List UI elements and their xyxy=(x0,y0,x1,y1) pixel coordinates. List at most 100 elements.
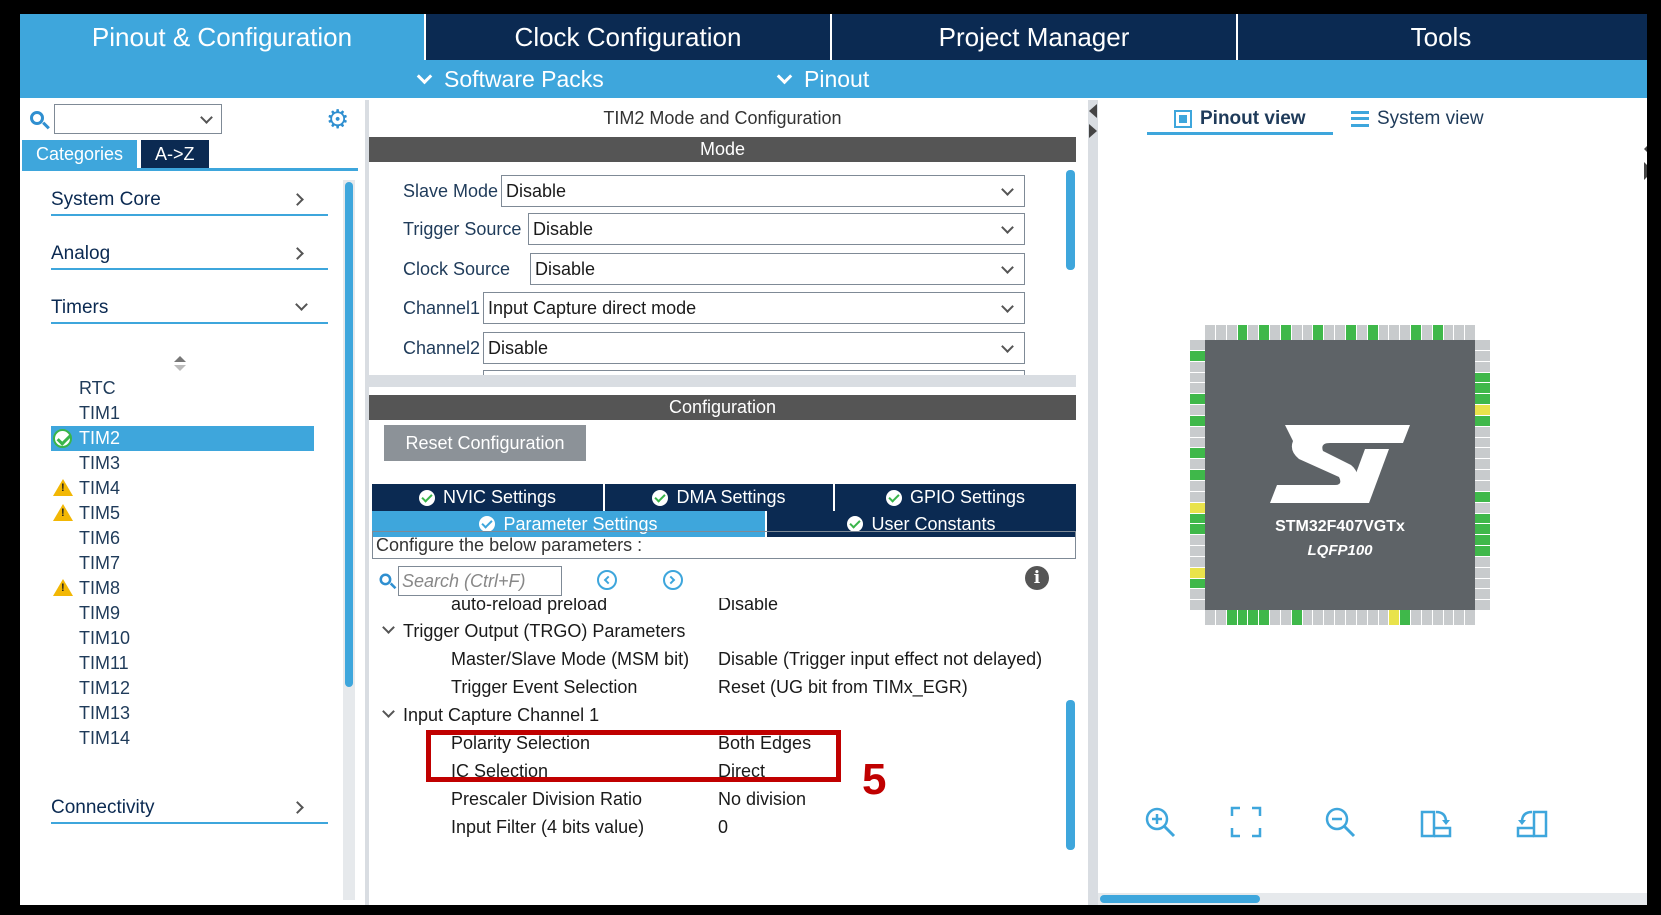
chip-pin[interactable] xyxy=(1356,325,1367,340)
software-packs-menu[interactable]: Software Packs xyxy=(415,60,604,98)
chip-pin[interactable] xyxy=(1475,589,1490,600)
tab-project-manager[interactable]: Project Manager xyxy=(832,14,1238,60)
timer-item-tim7[interactable]: TIM7 xyxy=(51,551,314,576)
chip-pin[interactable] xyxy=(1291,610,1302,625)
chip-pin[interactable] xyxy=(1215,610,1226,625)
clock-source-select[interactable]: Disable xyxy=(530,253,1025,285)
previous-result-icon[interactable] xyxy=(597,570,617,590)
slave-mode-select[interactable]: Disable xyxy=(501,175,1025,207)
chip-pin[interactable] xyxy=(1389,610,1400,625)
category-search-combo[interactable] xyxy=(54,104,222,134)
chip-pin[interactable] xyxy=(1190,394,1205,405)
chip-pin[interactable] xyxy=(1475,383,1490,394)
chip-pin[interactable] xyxy=(1205,325,1215,340)
chip-pin[interactable] xyxy=(1367,610,1378,625)
rotate-left-icon[interactable] xyxy=(1516,806,1548,838)
chip-pin[interactable] xyxy=(1475,513,1490,524)
chip-pin[interactable] xyxy=(1475,535,1490,546)
param-row-msm[interactable]: Master/Slave Mode (MSM bit) Disable (Tri… xyxy=(372,645,1056,673)
chip-pin[interactable] xyxy=(1190,426,1205,437)
chip-pin[interactable] xyxy=(1378,325,1389,340)
chip-pin[interactable] xyxy=(1465,325,1476,340)
chip-pin[interactable] xyxy=(1421,610,1432,625)
chip-pin[interactable] xyxy=(1270,610,1280,625)
chip-pin[interactable] xyxy=(1475,546,1490,556)
chip-pin[interactable] xyxy=(1400,610,1411,625)
chip-pin[interactable] xyxy=(1248,610,1259,625)
chip-pin[interactable] xyxy=(1280,325,1291,340)
parameter-search-input[interactable]: Search (Ctrl+F) xyxy=(398,566,562,596)
chip-pin[interactable] xyxy=(1356,610,1367,625)
chip-pin[interactable] xyxy=(1205,610,1215,625)
chip-pin[interactable] xyxy=(1280,610,1291,625)
timer-item-tim11[interactable]: TIM11 xyxy=(51,651,314,676)
fit-to-screen-icon[interactable] xyxy=(1230,806,1262,838)
chip-pin[interactable] xyxy=(1190,405,1205,415)
chip-pin[interactable] xyxy=(1190,415,1205,426)
timer-item-tim9[interactable]: TIM9 xyxy=(51,601,314,626)
timer-item-tim8[interactable]: TIM8 xyxy=(51,576,314,601)
chip-pin[interactable] xyxy=(1475,459,1490,470)
chip-pin[interactable] xyxy=(1226,325,1237,340)
tab-gpio-settings[interactable]: GPIO Settings xyxy=(835,484,1076,511)
chip-pin[interactable] xyxy=(1411,325,1421,340)
chip-pin[interactable] xyxy=(1190,448,1205,459)
chip-pin[interactable] xyxy=(1190,459,1205,470)
chip-pin[interactable] xyxy=(1190,480,1205,491)
chip-pin[interactable] xyxy=(1190,556,1205,567)
timer-item-tim1[interactable]: TIM1 xyxy=(51,401,314,426)
chip-pin[interactable] xyxy=(1345,325,1356,340)
tab-categories[interactable]: Categories xyxy=(22,140,138,168)
chip-pin[interactable] xyxy=(1475,502,1490,513)
mode-scrollbar[interactable] xyxy=(1064,170,1076,370)
chip-pin[interactable] xyxy=(1475,448,1490,459)
panel-collapse-arrows[interactable] xyxy=(1088,100,1098,160)
chip-pin[interactable] xyxy=(1190,513,1205,524)
chip-pin[interactable] xyxy=(1475,524,1490,535)
chip-pin[interactable] xyxy=(1190,546,1205,556)
chip-pin[interactable] xyxy=(1190,340,1205,350)
chip-pin[interactable] xyxy=(1475,578,1490,589)
chevron-down-icon[interactable] xyxy=(200,111,213,124)
chip-pin[interactable] xyxy=(1432,610,1443,625)
category-system-core[interactable]: System Core xyxy=(51,186,328,216)
chip-pin[interactable] xyxy=(1378,610,1389,625)
tab-pinout-view[interactable]: Pinout view xyxy=(1174,106,1306,132)
tab-system-view[interactable]: System view xyxy=(1351,106,1484,132)
tab-clock-configuration[interactable]: Clock Configuration xyxy=(426,14,832,60)
tab-dma-settings[interactable]: DMA Settings xyxy=(605,484,835,511)
chip-pin[interactable] xyxy=(1190,524,1205,535)
gear-icon[interactable]: ⚙ xyxy=(326,106,349,132)
timer-item-tim4[interactable]: TIM4 xyxy=(51,476,314,501)
mcu-chip[interactable]: STM32F407VGTx LQFP100 xyxy=(1205,340,1475,610)
chip-pin[interactable] xyxy=(1324,610,1335,625)
chip-pin[interactable] xyxy=(1432,325,1443,340)
chip-pin[interactable] xyxy=(1190,600,1205,611)
chip-pin[interactable] xyxy=(1443,610,1454,625)
param-group-input-capture[interactable]: Input Capture Channel 1 xyxy=(372,701,1056,729)
chip-pin[interactable] xyxy=(1190,361,1205,372)
chip-pin[interactable] xyxy=(1302,610,1313,625)
zoom-in-icon[interactable] xyxy=(1144,806,1176,838)
channel1-select[interactable]: Input Capture direct mode xyxy=(483,292,1025,324)
chip-pin[interactable] xyxy=(1335,325,1345,340)
parameter-scrollbar[interactable] xyxy=(1064,610,1076,900)
chip-pin[interactable] xyxy=(1190,437,1205,448)
pinout-menu[interactable]: Pinout xyxy=(775,60,869,98)
param-row-trigger-event[interactable]: Trigger Event Selection Reset (UG bit fr… xyxy=(372,673,1056,701)
chip-pin[interactable] xyxy=(1400,325,1411,340)
chip-pin[interactable] xyxy=(1190,502,1205,513)
timer-item-tim6[interactable]: TIM6 xyxy=(51,526,314,551)
chip-pin[interactable] xyxy=(1259,325,1270,340)
tab-nvic-settings[interactable]: NVIC Settings xyxy=(372,484,605,511)
timer-item-tim14[interactable]: TIM14 xyxy=(51,726,314,751)
tab-pinout-configuration[interactable]: Pinout & Configuration xyxy=(20,14,426,60)
chip-pin[interactable] xyxy=(1270,325,1280,340)
zoom-out-icon[interactable] xyxy=(1324,806,1356,838)
chip-pin[interactable] xyxy=(1190,578,1205,589)
chip-pin[interactable] xyxy=(1248,325,1259,340)
chip-pin[interactable] xyxy=(1475,600,1490,611)
pinout-horizontal-scrollbar[interactable] xyxy=(1098,893,1647,905)
chip-pin[interactable] xyxy=(1313,325,1324,340)
timer-item-tim2[interactable]: TIM2 xyxy=(51,426,314,451)
